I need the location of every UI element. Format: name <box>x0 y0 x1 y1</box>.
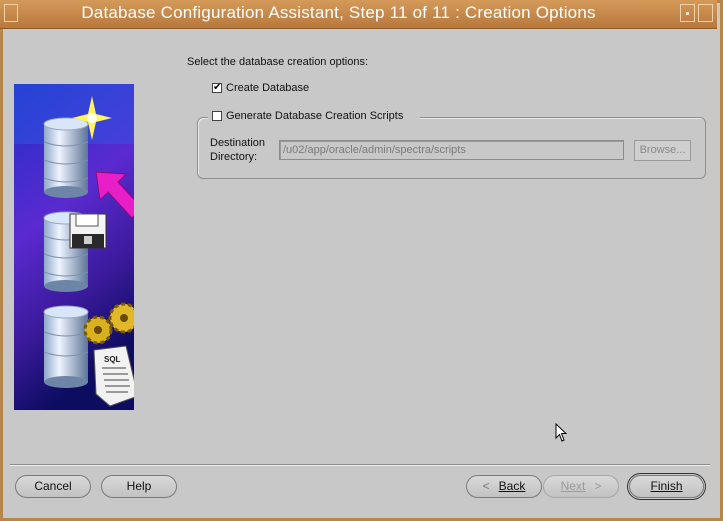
window-title: Database Configuration Assistant, Step 1… <box>81 3 596 22</box>
cancel-button[interactable]: Cancel <box>15 475 91 498</box>
sql-script-icon: SQL <box>93 345 134 407</box>
browse-button[interactable]: Browse... <box>634 140 691 161</box>
help-button[interactable]: Help <box>101 475 177 498</box>
title-bar[interactable]: Database Configuration Assistant, Step 1… <box>0 0 717 29</box>
mouse-pointer-icon <box>555 423 568 442</box>
create-database-label[interactable]: Create Database <box>226 82 309 94</box>
chevron-right-icon: > <box>594 479 602 493</box>
creation-options-prompt: Select the database creation options: <box>187 56 369 68</box>
create-database-checkbox[interactable]: ✔ <box>212 83 222 93</box>
next-label: Next <box>560 479 586 493</box>
back-button[interactable]: < Back <box>466 475 542 498</box>
finish-label: Finish <box>650 479 683 493</box>
finish-button[interactable]: Finish <box>629 475 704 498</box>
maximize-button[interactable] <box>698 4 713 22</box>
back-label: Back <box>498 479 526 493</box>
generate-scripts-checkbox[interactable] <box>212 111 222 121</box>
destination-directory-field[interactable]: /u02/app/oracle/admin/spectra/scripts <box>279 140 624 160</box>
generate-scripts-label[interactable]: Generate Database Creation Scripts <box>226 110 403 122</box>
destination-label-line2: Directory: <box>210 151 258 163</box>
destination-label-line1: Destination <box>210 137 266 149</box>
next-button[interactable]: Next > <box>543 475 619 498</box>
footer-separator <box>10 464 710 466</box>
svg-text:SQL: SQL <box>104 355 121 364</box>
wizard-illustration: SQL <box>14 84 134 410</box>
chevron-left-icon: < <box>482 479 490 493</box>
minimize-button[interactable] <box>680 4 695 22</box>
